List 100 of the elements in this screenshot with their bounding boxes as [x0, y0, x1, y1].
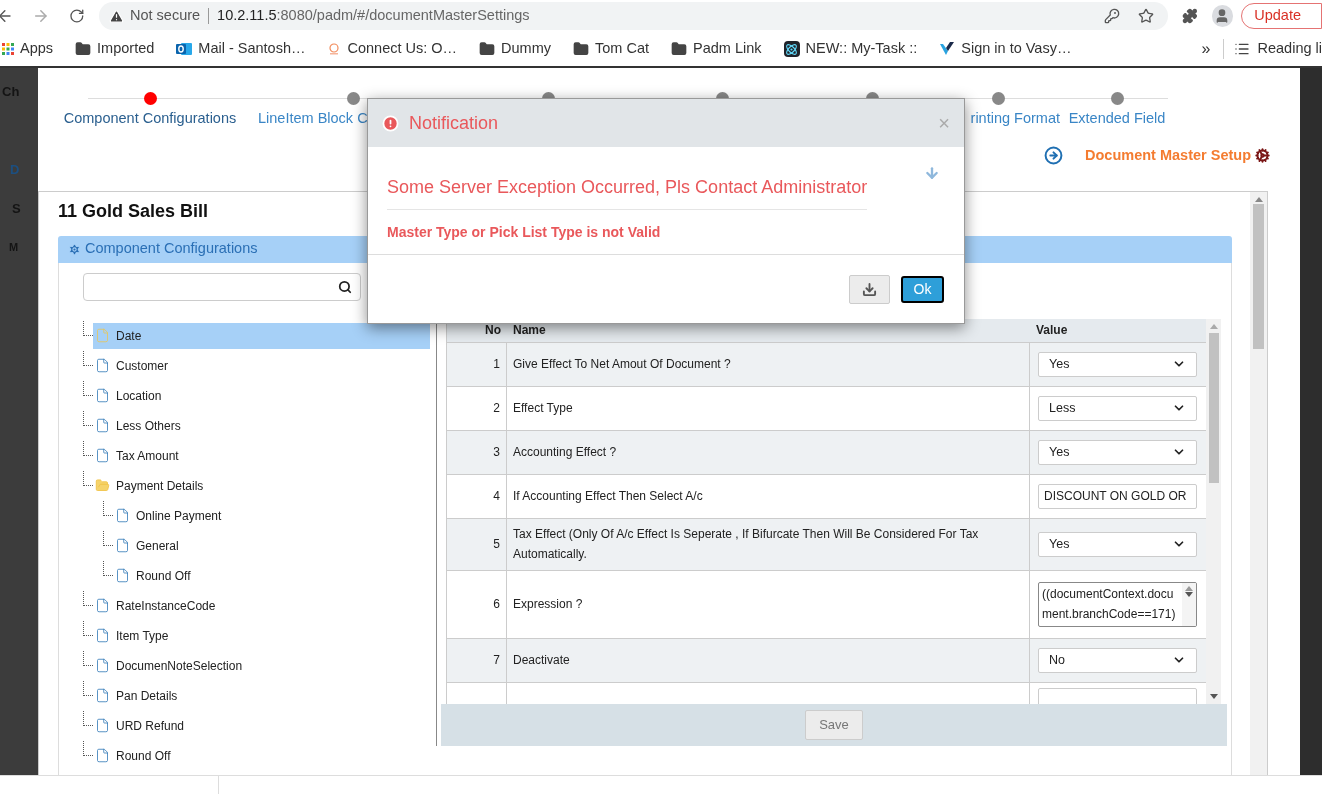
tree-item[interactable]: Item Type	[93, 622, 169, 649]
setting-name: If Accounting Effect Then Select A/c	[513, 488, 703, 506]
tree-item[interactable]: Tax Amount	[93, 442, 179, 469]
file-icon	[95, 748, 110, 764]
tree-item[interactable]: URD Refund	[93, 712, 185, 739]
profile-icon[interactable]	[1211, 5, 1234, 27]
gear-icon	[68, 242, 81, 256]
setting-name: Tax Effect (Only Of A/c Effect Is Seperate , If Bifurcate Then Will Be Considered For Tax Automatically.	[513, 526, 979, 564]
security-label: Not secure	[129, 6, 201, 26]
folder-icon	[75, 41, 92, 57]
setting-name: Deactivate	[513, 652, 570, 670]
file-icon	[95, 628, 110, 644]
row-number: 1	[493, 356, 500, 374]
text-area[interactable]: ((documentContext.document.branchCode==171)	[1038, 581, 1197, 627]
extensions-icon[interactable]	[1181, 8, 1198, 24]
download-button[interactable]	[849, 274, 890, 304]
star-icon[interactable]	[1137, 8, 1154, 24]
file-icon	[95, 328, 110, 344]
section-title: Component Configurations	[85, 239, 258, 259]
search-icon	[338, 279, 352, 294]
up-arrow-icon	[1185, 584, 1193, 591]
tree-item[interactable]: General	[113, 532, 179, 559]
dropdown[interactable]: No	[1038, 647, 1197, 673]
bookmark[interactable]: Dummy	[479, 38, 552, 60]
arrow-right-circle-icon[interactable]	[1044, 146, 1063, 166]
folder-icon	[479, 41, 496, 57]
row-number: 6	[493, 596, 500, 614]
column-header: Value	[1035, 322, 1069, 340]
bookmark[interactable]: Sign in to Vasy…	[939, 38, 1072, 60]
tree-item[interactable]: Round Off	[93, 742, 171, 769]
setting-name: Accounting Effect ?	[513, 444, 617, 462]
file-icon	[95, 388, 110, 404]
row-number: 4	[493, 488, 500, 506]
dropdown[interactable]: Yes	[1038, 531, 1197, 557]
tree-item[interactable]: Date	[93, 322, 430, 349]
row-number: 7	[493, 652, 500, 670]
text-field[interactable]: DISCOUNT ON GOLD OR	[1038, 483, 1197, 509]
tree-item[interactable]: Payment Details	[93, 472, 204, 499]
file-icon	[95, 418, 110, 434]
bookmark[interactable]: Tom Cat	[573, 38, 650, 60]
reading-list-link[interactable]: Reading li	[1257, 38, 1322, 60]
column-header: Name	[512, 322, 547, 340]
column-header: No	[484, 322, 502, 340]
bookmark[interactable]: Padm Link	[671, 38, 762, 60]
bookmark[interactable]: NEW:: My-Task ::	[783, 38, 918, 60]
row-number: 2	[493, 400, 500, 418]
tree-item[interactable]: Location	[93, 382, 162, 409]
tree-item[interactable]: Pan Details	[93, 682, 178, 709]
document-title: 11 Gold Sales Bill	[58, 199, 210, 223]
setting-name: Effect Type	[513, 400, 573, 418]
check-logo-icon	[939, 41, 956, 57]
error-message: Some Server Exception Occurred, Pls Contact Administrator	[387, 174, 868, 210]
dropdown[interactable]: Less	[1038, 395, 1197, 421]
file-icon	[95, 598, 110, 614]
tree-item[interactable]: DocumenNoteSelection	[93, 652, 243, 679]
step-label[interactable]: Component Configurations	[62, 108, 238, 130]
tree-item[interactable]: Online Payment	[113, 502, 222, 529]
file-icon	[95, 358, 110, 374]
file-icon	[115, 538, 130, 554]
tree-item[interactable]: RateInstanceCode	[93, 592, 216, 619]
folder-icon	[671, 41, 688, 57]
key-icon[interactable]	[1103, 8, 1120, 24]
tree-item[interactable]: Customer	[93, 352, 168, 379]
address-bar[interactable]: Not secure 10.2.11.5:8080/padm/#/documentMasterSettings	[98, 2, 1168, 30]
file-icon	[115, 568, 130, 584]
dialog-title: Notification	[409, 111, 499, 135]
tree-item[interactable]: Round Off	[113, 562, 191, 589]
reload-icon[interactable]	[69, 8, 85, 24]
tree-item[interactable]: Less Others	[93, 412, 181, 439]
atom-icon	[783, 41, 800, 57]
down-arrow-icon	[1185, 591, 1193, 598]
gears-icon	[1255, 148, 1270, 164]
scrollbar-thumb[interactable]	[1253, 203, 1264, 349]
update-button[interactable]: Update	[1241, 3, 1322, 29]
apps-grid-icon	[2, 43, 14, 55]
site-icon	[327, 42, 342, 56]
more-bookmarks-button[interactable]: »	[1201, 37, 1211, 61]
bookmark[interactable]: Apps	[2, 38, 54, 60]
bookmark[interactable]: Mail - Santosh…	[176, 38, 306, 60]
up-arrow-icon[interactable]	[1254, 195, 1263, 202]
up-arrow-icon[interactable]	[1209, 322, 1218, 329]
file-icon	[115, 508, 130, 524]
bookmark[interactable]: Imported	[75, 38, 155, 60]
back-icon[interactable]	[0, 7, 14, 25]
file-icon	[95, 688, 110, 704]
step-label[interactable]: Extended Field	[1068, 108, 1166, 130]
url-text: 10.2.11.5:8080/padm/#/documentMasterSettings	[217, 6, 530, 26]
dropdown[interactable]: Yes	[1038, 351, 1197, 377]
down-arrow-icon[interactable]	[1209, 693, 1218, 700]
alert-icon	[382, 114, 399, 132]
search-field[interactable]	[83, 272, 361, 301]
scrollbar-thumb[interactable]	[1208, 332, 1219, 483]
setting-name: Give Effect To Net Amout Of Document ?	[513, 356, 731, 374]
setting-name: Expression ?	[513, 596, 583, 614]
file-icon	[95, 718, 110, 734]
mail-app-icon	[176, 41, 193, 57]
row-number: 3	[493, 444, 500, 462]
arrow-down-icon	[924, 165, 940, 181]
dropdown[interactable]: Yes	[1038, 439, 1197, 465]
bookmark[interactable]: Connect Us: O…	[327, 38, 458, 60]
